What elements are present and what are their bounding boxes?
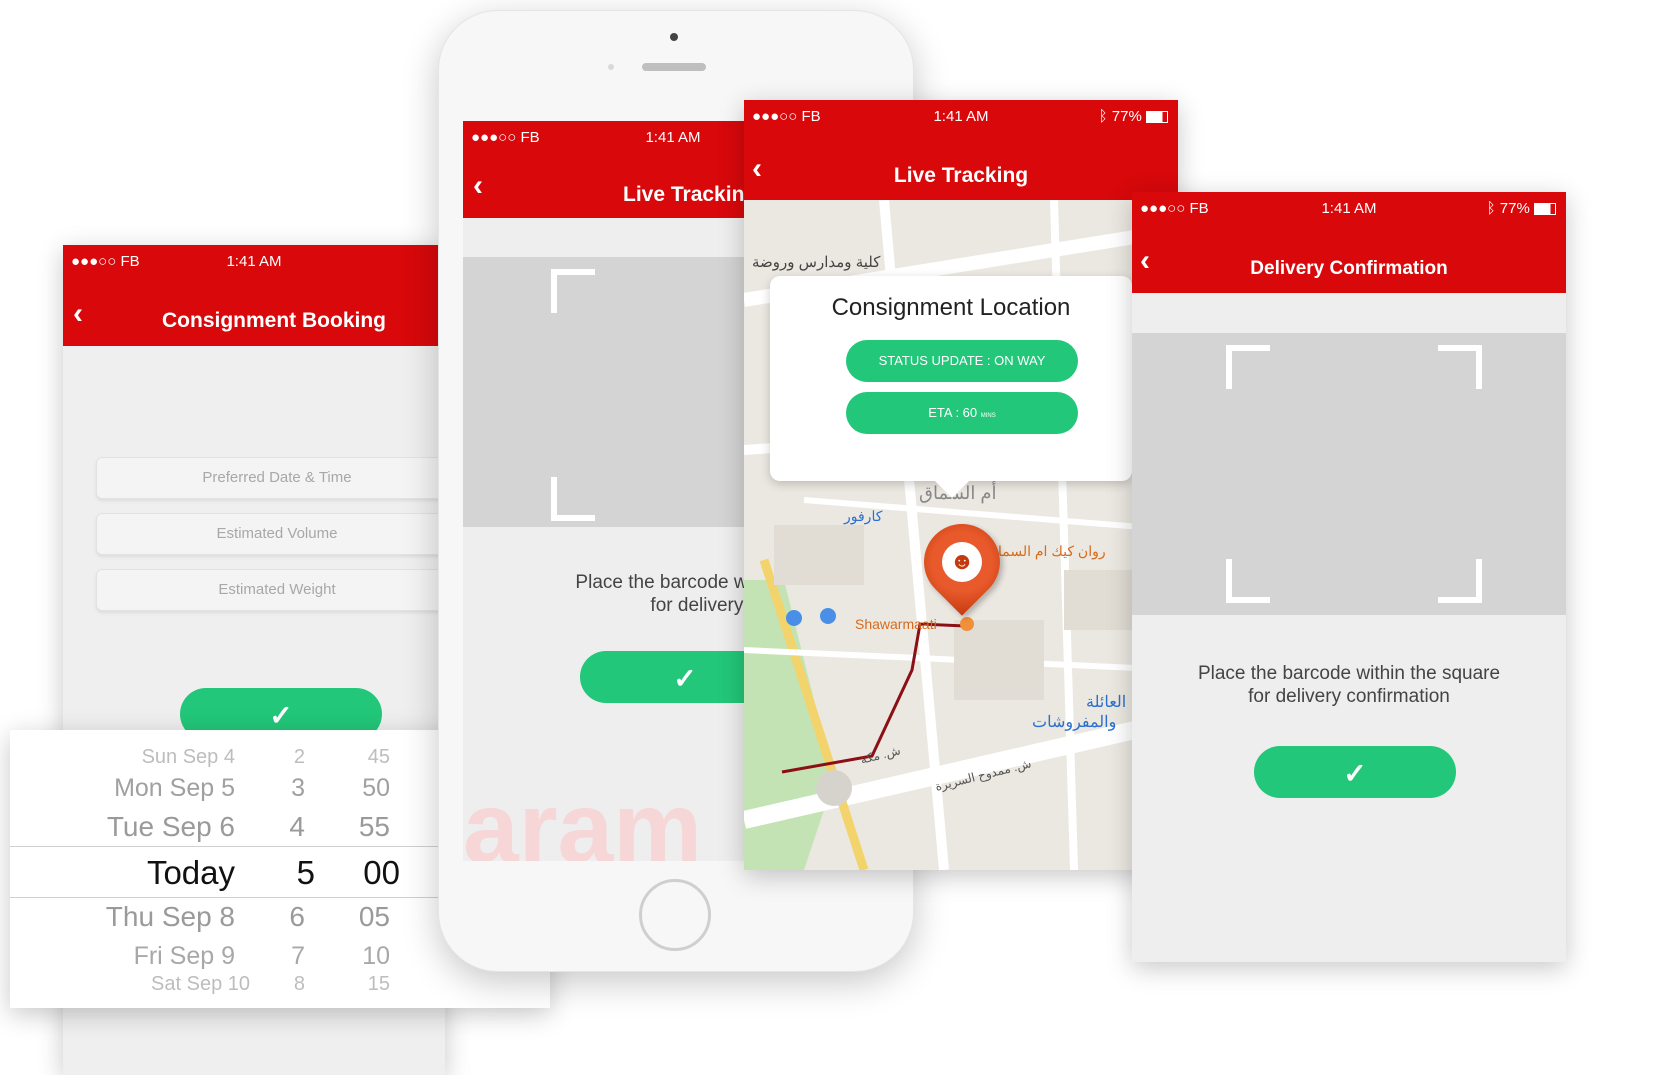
status-bar: ●●●○○ FB 1:41 AM ᛒ 77% — [1132, 192, 1566, 222]
scan-corner-bottom-left — [1226, 559, 1270, 603]
barcode-scanner-area[interactable] — [1132, 333, 1566, 615]
picker-hour: 3 — [291, 774, 305, 802]
picker-day: Sun Sep 4 — [141, 746, 235, 768]
scan-corner-top-right — [1438, 345, 1482, 389]
map-label: والمفروشات — [1032, 714, 1117, 731]
estimated-volume-field[interactable]: Estimated Volume — [96, 513, 445, 555]
picker-day: Tue Sep 6 — [106, 811, 235, 842]
picker-day: Mon Sep 5 — [114, 774, 235, 802]
map-label: كارفور — [844, 508, 883, 524]
booking-header: ●●●○○ FB 1:41 AM ‹ Consignment Booking — [63, 245, 445, 346]
check-icon: ✓ — [269, 700, 293, 731]
picker-hour: 7 — [291, 942, 305, 970]
map-label: روان كيك ام السما — [998, 543, 1106, 559]
picker-hour: 8 — [293, 973, 305, 995]
home-button[interactable] — [639, 879, 711, 951]
barcode-scanner-area[interactable] — [463, 257, 773, 527]
poi-marker — [820, 608, 836, 624]
picker-hour: 6 — [289, 901, 305, 932]
consignment-location-card: Consignment Location STATUS UPDATE : ON … — [770, 276, 1132, 498]
status-update-button[interactable]: STATUS UPDATE : ON WAY — [846, 340, 1078, 382]
picker-minute: 05 — [358, 901, 390, 932]
picker-day: Fri Sep 9 — [133, 942, 235, 970]
battery-percent: 77% — [1499, 200, 1530, 217]
picker-row[interactable]: Sat Sep 10 8 15 — [10, 973, 550, 997]
eta-button[interactable]: ETA : 60 MINS — [846, 392, 1078, 434]
picker-minute: 45 — [367, 746, 390, 768]
status-bar: ●●●○○ FB 1:41 AM — [63, 245, 445, 275]
battery-percent: 77% — [1111, 108, 1142, 125]
picker-hour: 5 — [296, 854, 315, 891]
bluetooth-icon: ᛒ — [1486, 200, 1500, 217]
status-bar: ●●●○○ FB 1:41 AM — [463, 121, 773, 151]
front-camera — [670, 33, 678, 41]
map-block — [1064, 570, 1134, 630]
map-block — [774, 525, 864, 585]
map-block — [954, 620, 1044, 700]
proximity-sensor — [608, 64, 614, 70]
delivery-confirmation-screen: ●●●○○ FB 1:41 AM ᛒ 77% ‹ Delivery Confir… — [1132, 192, 1566, 962]
bluetooth-icon: ᛒ — [1098, 108, 1112, 125]
scan-status-screen: ●●●○○ FB 1:41 AM ‹ Live Tracking Place t… — [463, 121, 773, 861]
speaker-grille — [642, 63, 706, 71]
estimated-weight-field[interactable]: Estimated Weight — [96, 569, 445, 611]
battery-icon — [1534, 203, 1556, 216]
battery-indicator: ᛒ 77% — [1487, 200, 1556, 217]
map-label: Shawarmaati — [855, 616, 937, 632]
instruction-line-2: for delivery confirmation — [1248, 686, 1450, 707]
poi-marker — [786, 610, 802, 626]
clock: 1:41 AM — [645, 129, 701, 146]
picker-minute: 10 — [362, 942, 390, 970]
confirmation-header: ●●●○○ FB 1:41 AM ᛒ 77% ‹ Delivery Confir… — [1132, 192, 1566, 293]
map-label: كلية ومدارس وروضة — [752, 254, 881, 271]
scan-corner-top-left — [1226, 345, 1270, 389]
card-title: Consignment Location — [831, 294, 1071, 321]
scan-instruction: Place the barcode within the square for … — [1132, 662, 1566, 708]
picker-minute: 00 — [363, 854, 400, 891]
page-title: Delivery Confirmation — [1250, 258, 1448, 279]
courier-icon: ☻ — [942, 542, 982, 582]
map-roundabout — [816, 770, 852, 806]
page-title: Live Tracking — [893, 164, 1029, 187]
poi-marker — [960, 617, 974, 631]
instruction-line-1: Place the barcode within the square — [1197, 663, 1501, 684]
check-icon: ✓ — [1343, 758, 1367, 789]
scan-corner-bottom-right — [1438, 559, 1482, 603]
status-bar: ●●●○○ FB 1:41 AM ᛒ 77% — [744, 100, 1178, 130]
picker-day: Today — [146, 854, 235, 891]
battery-indicator: ᛒ 77% — [1099, 108, 1168, 125]
instruction-line-1: Place the barcode within t — [575, 572, 773, 593]
page-title: Consignment Booking — [162, 309, 386, 332]
instruction-line-2: for delivery Statu — [650, 595, 773, 616]
scan-instruction: Place the barcode within t for delivery … — [463, 571, 773, 617]
live-tracking-screen: ●●●○○ FB 1:41 AM ᛒ 77% ‹ Live Tracking ك… — [744, 100, 1178, 870]
clock: 1:41 AM — [226, 253, 282, 270]
check-icon: ✓ — [673, 663, 697, 694]
eta-unit: MINS — [980, 413, 996, 419]
picker-hour: 4 — [289, 811, 305, 842]
map-label: العائلة — [1086, 694, 1127, 711]
back-button[interactable]: ‹ — [473, 169, 483, 203]
battery-icon — [1146, 111, 1168, 124]
picker-minute: 15 — [367, 973, 390, 995]
tracking-header: ●●●○○ FB 1:41 AM ᛒ 77% ‹ Live Tracking — [744, 100, 1178, 200]
status-update-label: STATUS UPDATE : ON WAY — [878, 353, 1046, 368]
scan-header: ●●●○○ FB 1:41 AM ‹ Live Tracking — [463, 121, 773, 218]
scan-corner-top-left — [551, 269, 595, 313]
picker-day: Thu Sep 8 — [105, 901, 235, 932]
preferred-date-field[interactable]: Preferred Date & Time — [96, 457, 445, 499]
confirm-button[interactable]: ✓ — [1254, 746, 1456, 798]
picker-day: Sat Sep 10 — [151, 973, 250, 995]
brand-watermark: aram — [463, 772, 703, 861]
picker-minute: 55 — [358, 811, 390, 842]
picker-hour: 2 — [293, 746, 305, 768]
scan-corner-bottom-left — [551, 477, 595, 521]
eta-label: ETA : 60 — [928, 405, 978, 420]
picker-minute: 50 — [362, 774, 390, 802]
